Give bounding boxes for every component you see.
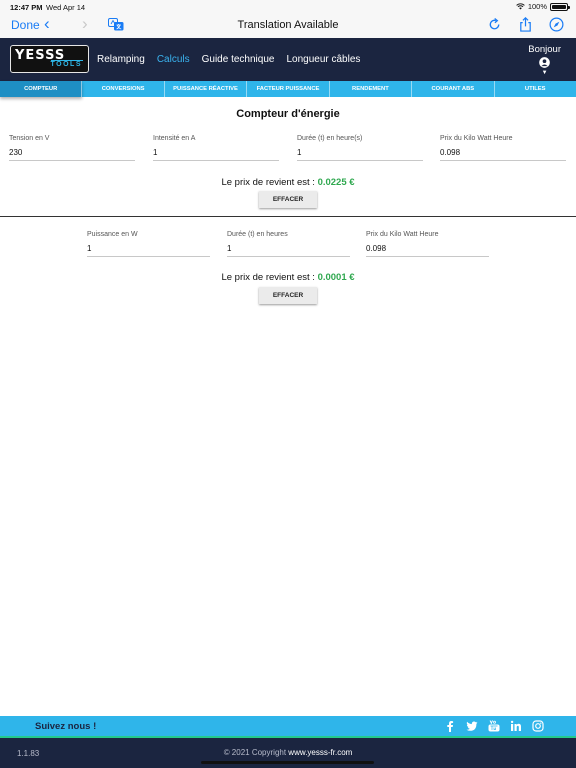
result-value-2: 0.0001 €	[317, 272, 355, 283]
result-label-1: Le prix de revient est :	[221, 177, 318, 188]
tab-compteur[interactable]: COMPTEUR	[0, 81, 83, 97]
chevron-down-icon: ▼	[541, 70, 548, 76]
translate-icon[interactable]	[108, 18, 124, 31]
effacer-button-1[interactable]: EFFACER	[259, 191, 317, 208]
tab-puissance-reactive[interactable]: PUISSANCE RÉACTIVE	[165, 81, 248, 97]
home-indicator	[201, 761, 374, 764]
reload-icon[interactable]	[487, 17, 502, 32]
status-right: 100%	[516, 2, 570, 11]
effacer-button-2[interactable]: EFFACER	[259, 287, 317, 304]
tab-facteur-puissance[interactable]: FACTEUR PUISSANCE	[247, 81, 330, 97]
twitter-icon[interactable]	[466, 720, 478, 732]
puissance-input[interactable]: 1	[87, 244, 210, 257]
section-title: Compteur d'énergie	[236, 108, 340, 120]
copyright: © 2021 Copyright www.yesss-fr.com	[0, 748, 576, 757]
status-date: Wed Apr 14	[46, 3, 86, 12]
section-divider	[0, 216, 576, 217]
battery-icon	[550, 2, 570, 11]
share-icon[interactable]	[518, 17, 533, 32]
yesss-tools-logo[interactable]: YESSS TOOLS	[10, 45, 89, 73]
tension-input[interactable]: 230	[9, 148, 135, 161]
user-menu[interactable]: Bonjour ▼	[528, 44, 561, 76]
browser-actions	[487, 17, 564, 32]
done-button[interactable]: Done	[11, 18, 40, 32]
menu-item-calculs[interactable]: Calculs	[157, 54, 190, 65]
calc-tabs: COMPTEUR CONVERSIONS PUISSANCE RÉACTIVE …	[0, 81, 576, 97]
menu-item-longueur-cables[interactable]: Longueur câbles	[286, 54, 360, 65]
instagram-icon[interactable]	[532, 720, 544, 732]
prix2-kwh-input[interactable]: 0.098	[366, 244, 489, 257]
puissance-field: Puissance en W 1	[87, 231, 210, 257]
user-icon	[539, 57, 550, 68]
greeting-text: Bonjour	[528, 44, 561, 55]
prix-kwh-input[interactable]: 0.098	[440, 148, 566, 161]
social-links	[444, 720, 544, 732]
prix-kwh-field: Prix du Kilo Watt Heure 0.098	[440, 135, 566, 161]
prix-kwh-label: Prix du Kilo Watt Heure	[440, 135, 513, 142]
wifi-icon	[516, 3, 525, 10]
tension-label: Tension en V	[9, 135, 50, 142]
status-bar: 12:47 PM Wed Apr 14 100%	[0, 0, 576, 14]
duree-input[interactable]: 1	[297, 148, 423, 161]
battery-percent: 100%	[527, 2, 547, 11]
tab-utiles[interactable]: UTILES	[495, 81, 576, 97]
duree-field: Durée (t) en heure(s) 1	[297, 135, 423, 161]
result-label-2: Le prix de revient est :	[221, 272, 318, 283]
logo-text-bottom: TOOLS	[50, 61, 82, 68]
tab-conversions[interactable]: CONVERSIONS	[82, 81, 165, 97]
intensite-field: Intensité en A 1	[153, 135, 279, 161]
tab-rendement[interactable]: RENDEMENT	[330, 81, 413, 97]
main-menu: Relamping Calculs Guide technique Longue…	[97, 54, 360, 65]
result-value-1: 0.0225 €	[317, 177, 355, 188]
duree2-input[interactable]: 1	[227, 244, 350, 257]
footer-site-link[interactable]: www.yesss-fr.com	[288, 748, 352, 757]
prix2-kwh-field: Prix du Kilo Watt Heure 0.098	[366, 231, 489, 257]
duree-label: Durée (t) en heure(s)	[297, 135, 363, 142]
status-time: 12:47 PM	[10, 3, 43, 12]
duree2-field: Durée (t) en heures 1	[227, 231, 350, 257]
tab-courant-abs[interactable]: COURANT ABS	[412, 81, 495, 97]
copyright-text: © 2021 Copyright	[223, 748, 289, 757]
back-chevron-icon[interactable]: ‹	[44, 14, 50, 34]
follow-bar: Suivez nous !	[0, 716, 576, 736]
browser-toolbar: Done ‹ › Translation Available	[0, 14, 576, 38]
site-header: YESSS TOOLS Relamping Calculs Guide tech…	[0, 38, 576, 81]
tension-field: Tension en V 230	[9, 135, 135, 161]
forward-chevron-icon[interactable]: ›	[82, 14, 88, 34]
linkedin-icon[interactable]	[510, 720, 522, 732]
puissance-label: Puissance en W	[87, 231, 138, 238]
duree2-label: Durée (t) en heures	[227, 231, 288, 238]
facebook-icon[interactable]	[444, 720, 456, 732]
prix2-kwh-label: Prix du Kilo Watt Heure	[366, 231, 439, 238]
result-line-1: Le prix de revient est : 0.0225 €	[0, 177, 576, 188]
follow-label: Suivez nous !	[35, 721, 97, 732]
intensite-input[interactable]: 1	[153, 148, 279, 161]
battery-level-fill	[552, 4, 566, 9]
intensite-label: Intensité en A	[153, 135, 196, 142]
compass-icon[interactable]	[549, 17, 564, 32]
result-line-2: Le prix de revient est : 0.0001 €	[0, 272, 576, 283]
menu-item-relamping[interactable]: Relamping	[97, 54, 145, 65]
youtube-icon[interactable]	[488, 720, 500, 732]
menu-item-guide-technique[interactable]: Guide technique	[202, 54, 275, 65]
